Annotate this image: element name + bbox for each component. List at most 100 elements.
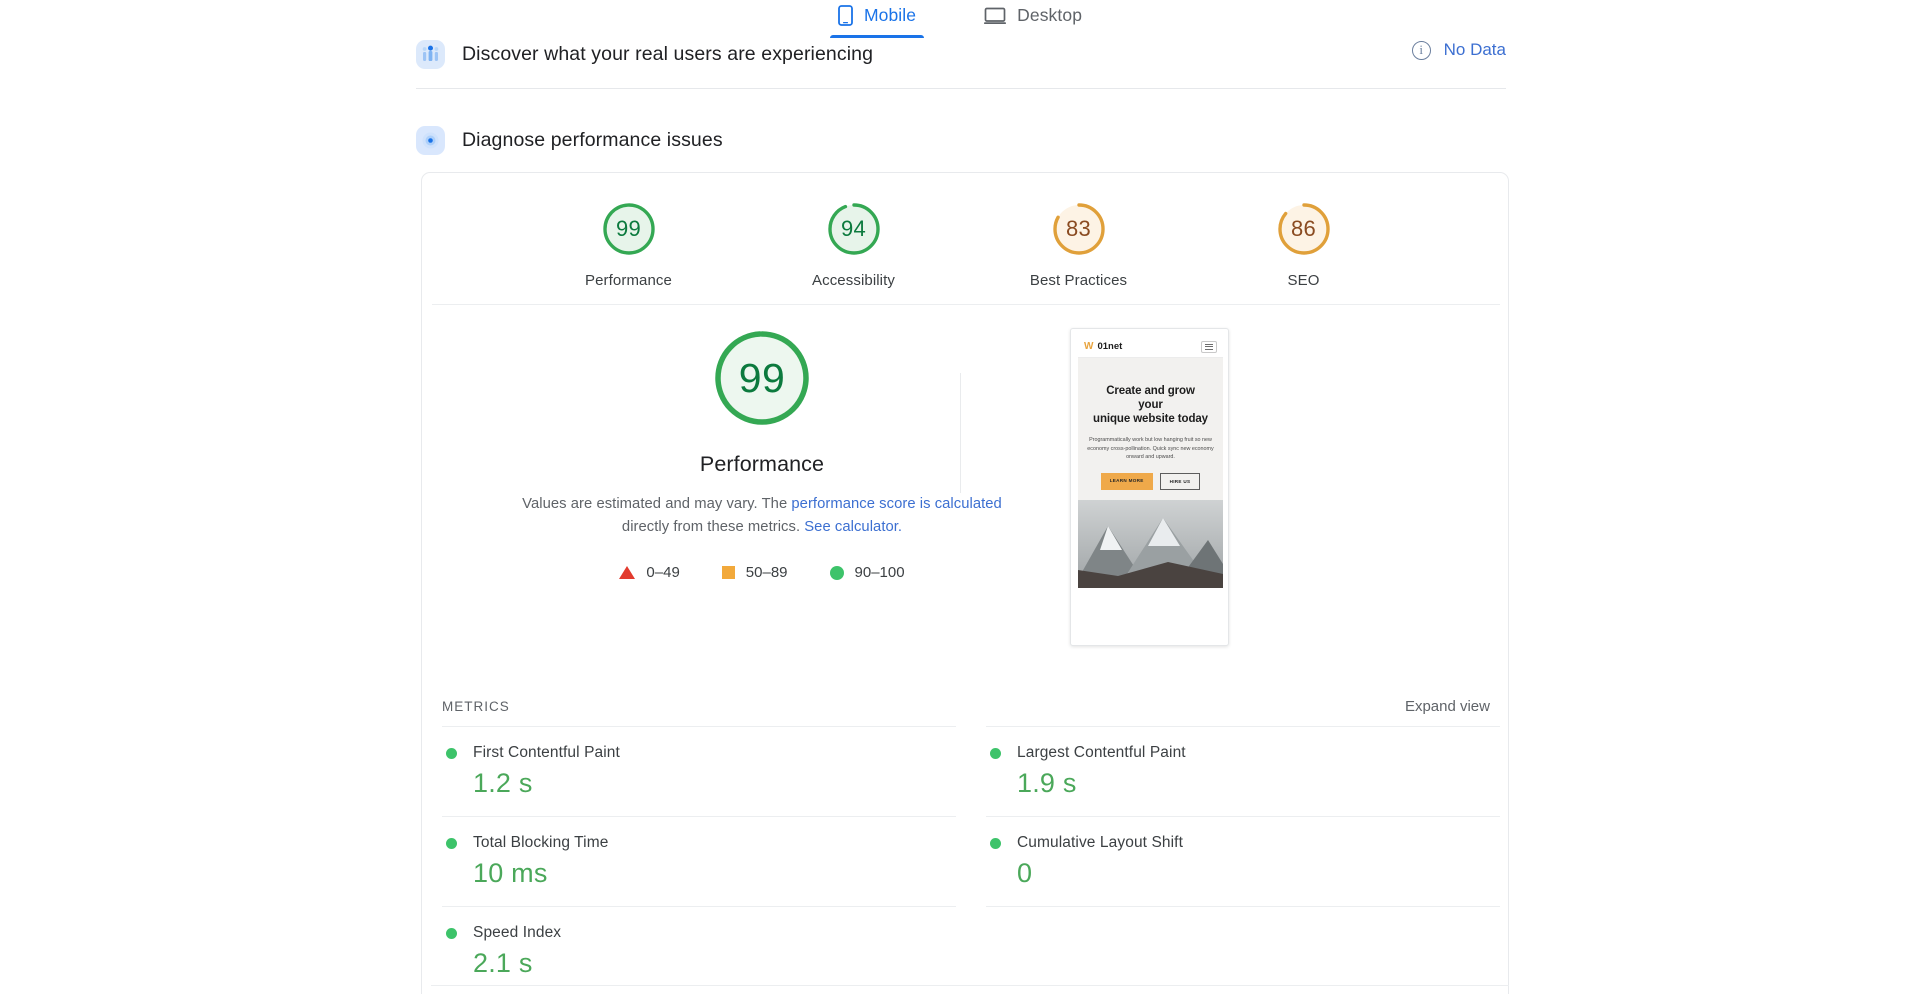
score-performance[interactable]: 99 Performance <box>564 198 694 289</box>
no-data-label: No Data <box>1443 40 1506 59</box>
desc-text-2: directly from these metrics. <box>621 519 805 535</box>
gauge-accessibility: 94 <box>823 198 885 260</box>
gauge-seo: 86 <box>1273 198 1335 260</box>
legend-good-range: 90–100 <box>854 564 905 581</box>
score-accessibility[interactable]: 94 Accessibility <box>789 198 919 289</box>
info-circle-icon: i <box>1411 40 1431 60</box>
thumbnail-body-text: Programmatically work but low hanging fr… <box>1087 437 1214 460</box>
triangle-poor-icon <box>619 566 636 579</box>
legend-item-average: 50–89 <box>721 564 788 581</box>
tab-desktop-label: Desktop <box>1017 5 1083 25</box>
metric-value: 2.1 s <box>473 948 533 978</box>
performance-score-value: 99 <box>738 354 786 401</box>
expand-view-button[interactable]: Expand view <box>1405 698 1490 715</box>
headline-line-2: your <box>1138 399 1163 411</box>
metric-name: First Contentful Paint <box>473 744 620 761</box>
gauge-best-practices: 83 <box>1048 198 1110 260</box>
metric-name: Speed Index <box>473 924 562 941</box>
thumbnail-headline: Create and grow your unique website toda… <box>1086 384 1215 426</box>
metric-empty-slot <box>986 906 1500 994</box>
headline-line-1: Create and grow <box>1106 385 1195 397</box>
gauge-performance: 99 <box>598 198 660 260</box>
desktop-monitor-icon <box>984 7 1007 25</box>
circle-good-icon <box>829 565 844 580</box>
gauge-performance-value: 99 <box>615 216 642 241</box>
thumbnail-hero: Create and grow your unique website toda… <box>1078 358 1223 500</box>
score-best-practices[interactable]: 83 Best Practices <box>1014 198 1144 289</box>
performance-summary: 99 Performance Values are estimated and … <box>432 323 1092 581</box>
status-dot-good-icon <box>990 747 1001 759</box>
legend-item-poor: 0–49 <box>619 564 680 581</box>
metric-largest-contentful-paint[interactable]: Largest Contentful Paint 1.9 s <box>986 726 1500 816</box>
thumbnail-footer-area <box>1078 587 1223 608</box>
gauge-accessibility-value: 94 <box>840 216 867 241</box>
vertical-divider <box>960 373 961 493</box>
legend-item-good: 90–100 <box>829 564 905 581</box>
status-dot-good-icon <box>446 837 457 849</box>
thumbnail-learn-more-button: LEARN MORE <box>1100 472 1153 490</box>
legend-poor-range: 0–49 <box>646 564 680 581</box>
gauge-seo-value: 86 <box>1290 216 1317 241</box>
no-data-status[interactable]: i No Data <box>1411 40 1506 60</box>
metric-name: Largest Contentful Paint <box>1017 744 1186 761</box>
tab-mobile[interactable]: Mobile <box>824 0 930 38</box>
gauge-performance-large: 99 <box>707 323 817 433</box>
tab-desktop[interactable]: Desktop <box>970 0 1096 38</box>
score-seo[interactable]: 86 SEO <box>1239 198 1369 289</box>
score-legend: 0–49 50–89 90–100 <box>432 564 1092 581</box>
performance-score-label: Performance <box>699 452 825 476</box>
thumbnail-site-header: W 01net <box>1078 336 1223 358</box>
desc-text-1: Values are estimated and may vary. The <box>522 496 792 512</box>
status-dot-good-icon <box>446 927 457 939</box>
lab-data-section-header: Diagnose performance issues <box>416 126 723 155</box>
metric-speed-index[interactable]: Speed Index 2.1 s <box>442 906 956 994</box>
diagnose-target-icon <box>416 126 445 155</box>
performance-score-calculated-link[interactable]: performance score is calculated <box>791 496 1001 512</box>
pagespeed-report: Mobile Desktop Discover what your real u… <box>0 0 1920 994</box>
thumbnail-viewport: W 01net Create and grow your unique webs… <box>1078 336 1223 638</box>
scores-divider <box>432 304 1500 305</box>
status-dot-good-icon <box>990 837 1001 849</box>
gauge-best-practices-value: 83 <box>1065 216 1092 241</box>
square-average-icon <box>721 566 735 579</box>
metric-total-blocking-time[interactable]: Total Blocking Time 10 ms <box>442 816 956 906</box>
lab-results-card: 99 Performance 94 Accessibility 83 Best … <box>421 172 1509 994</box>
metric-cumulative-layout-shift[interactable]: Cumulative Layout Shift 0 <box>986 816 1500 906</box>
metrics-title: METRICS <box>442 699 510 714</box>
form-factor-tabs: Mobile Desktop <box>0 0 1920 44</box>
metric-value: 0 <box>1017 858 1033 888</box>
metric-value: 1.9 s <box>1017 768 1077 798</box>
brand-mark: W <box>1084 341 1094 352</box>
thumbnail-hire-us-button: HIRE US <box>1159 472 1201 490</box>
page-screenshot-thumbnail: W 01net Create and grow your unique webs… <box>1070 328 1229 646</box>
metric-value: 10 ms <box>473 858 548 888</box>
metric-name: Total Blocking Time <box>473 834 609 851</box>
see-calculator-link[interactable]: See calculator. <box>804 519 902 535</box>
metrics-header: METRICS Expand view <box>432 698 1500 715</box>
thumbnail-logo: W 01net <box>1084 341 1122 352</box>
section-divider <box>416 88 1506 89</box>
tab-mobile-label: Mobile <box>863 5 917 25</box>
metric-first-contentful-paint[interactable]: First Contentful Paint 1.2 s <box>442 726 956 816</box>
gauge-performance-label: Performance <box>585 272 672 289</box>
gauge-seo-label: SEO <box>1287 272 1320 289</box>
headline-line-3: unique website today <box>1093 413 1208 425</box>
metric-name: Cumulative Layout Shift <box>1017 834 1183 851</box>
field-data-title: Discover what your real users are experi… <box>462 43 874 65</box>
thumbnail-cta-row: LEARN MORE HIRE US <box>1086 472 1215 490</box>
metric-value: 1.2 s <box>473 768 533 798</box>
thumbnail-mountain-image <box>1078 499 1223 588</box>
hamburger-menu-icon <box>1201 340 1217 353</box>
mobile-phone-icon <box>838 5 853 26</box>
metrics-grid: First Contentful Paint 1.2 s Largest Con… <box>442 726 1500 994</box>
legend-average-range: 50–89 <box>745 564 788 581</box>
field-data-section-header: Discover what your real users are experi… <box>416 40 1506 69</box>
gauge-accessibility-label: Accessibility <box>812 272 895 289</box>
real-user-data-icon <box>416 40 445 69</box>
category-score-row: 99 Performance 94 Accessibility 83 Best … <box>422 198 1510 289</box>
brand-name: 01net <box>1097 341 1123 352</box>
performance-description: Values are estimated and may vary. The p… <box>522 493 1002 539</box>
lab-data-title: Diagnose performance issues <box>462 129 723 151</box>
status-dot-good-icon <box>446 747 457 759</box>
gauge-best-practices-label: Best Practices <box>1029 272 1128 289</box>
